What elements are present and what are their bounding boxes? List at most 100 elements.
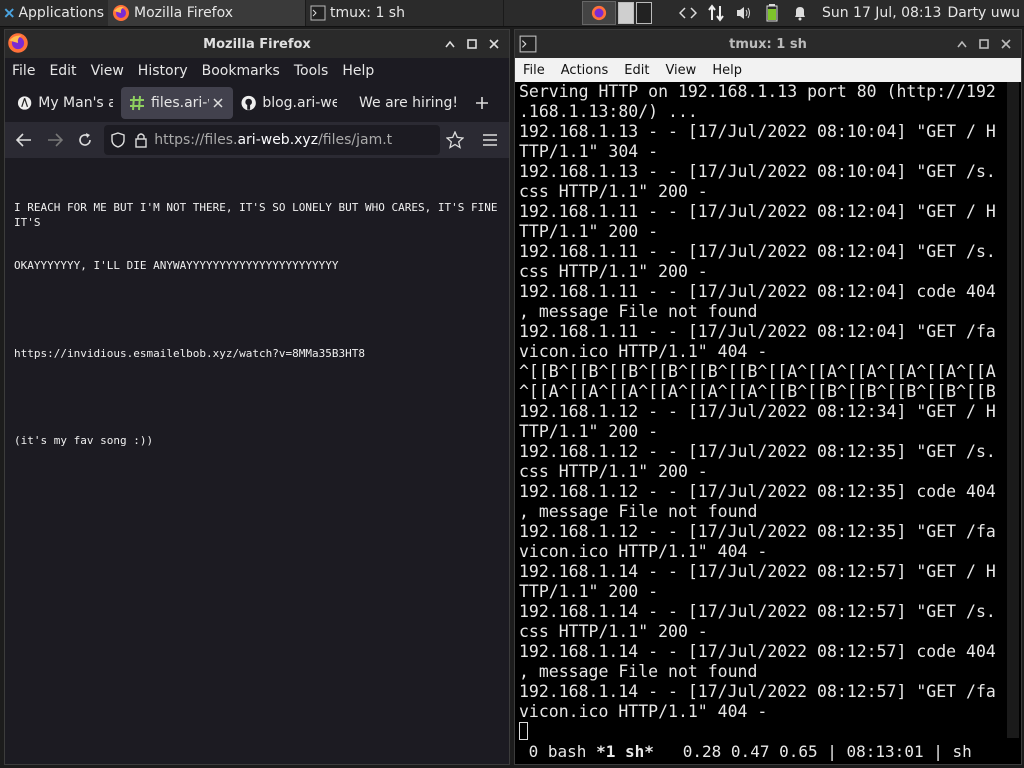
top-panel: Applications Mozilla Firefox tmux: 1 sh … bbox=[0, 0, 1024, 27]
terminal-line: 192.168.1.14 - - [17/Jul/2022 08:12:57] … bbox=[519, 602, 996, 621]
new-tab-button[interactable] bbox=[465, 88, 499, 118]
tab-blog-ari-web[interactable]: blog.ari-we bbox=[233, 87, 345, 119]
menu-view[interactable]: View bbox=[84, 63, 131, 79]
workspace-3[interactable] bbox=[636, 2, 652, 24]
menu-history[interactable]: History bbox=[131, 63, 195, 79]
battery-icon[interactable] bbox=[761, 2, 783, 24]
task-firefox[interactable]: Mozilla Firefox bbox=[108, 0, 306, 26]
maximize-button[interactable] bbox=[461, 34, 483, 54]
shade-button[interactable] bbox=[951, 34, 973, 54]
plus-icon bbox=[476, 97, 488, 109]
close-tab-icon[interactable] bbox=[213, 98, 223, 108]
terminal-prompt bbox=[519, 722, 1001, 742]
terminal-line: 192.168.1.14 - - [17/Jul/2022 08:12:57] … bbox=[519, 562, 996, 581]
task-terminal[interactable]: tmux: 1 sh bbox=[306, 0, 504, 26]
terminal-line: css HTTP/1.1" 200 - bbox=[519, 622, 708, 641]
firefox-menubar: File Edit View History Bookmarks Tools H… bbox=[5, 58, 509, 84]
terminal-scrollbar[interactable] bbox=[1007, 82, 1019, 738]
forward-button[interactable] bbox=[39, 125, 69, 155]
url-prefix: https://files. bbox=[154, 132, 238, 148]
terminal-line: 192.168.1.13 - - [17/Jul/2022 08:10:04] … bbox=[519, 162, 996, 181]
menu-actions[interactable]: Actions bbox=[553, 63, 617, 78]
tmux-status-right: 0.28 0.47 0.65 | 08:13:01 | sh bbox=[653, 742, 972, 761]
terminal-line: TTP/1.1" 200 - bbox=[519, 582, 659, 601]
terminal-line: css HTTP/1.1" 200 - bbox=[519, 462, 708, 481]
window-title: Mozilla Firefox bbox=[203, 36, 311, 52]
firefox-titlebar[interactable]: Mozilla Firefox bbox=[5, 30, 509, 58]
menu-view[interactable]: View bbox=[657, 63, 704, 78]
firefox-icon bbox=[591, 5, 607, 21]
content-link: https://invidious.esmailelbob.xyz/watch?… bbox=[14, 346, 365, 360]
notification-bell-icon[interactable] bbox=[789, 2, 811, 24]
reload-icon bbox=[79, 133, 91, 146]
firefox-icon bbox=[113, 5, 129, 21]
terminal-line: Serving HTTP on 192.168.1.13 port 80 (ht… bbox=[519, 82, 996, 101]
menu-edit[interactable]: Edit bbox=[616, 63, 657, 78]
content-line: OKAYYYYYYY, I'LL DIE ANYWAYYYYYYYYYYYYYY… bbox=[14, 259, 339, 272]
terminal-menubar: File Actions Edit View Help bbox=[515, 58, 1021, 82]
close-button[interactable] bbox=[995, 34, 1017, 54]
terminal-line: ^[[A^[[A^[[A^[[A^[[A^[[A^[[B^[[B^[[B^[[B… bbox=[519, 382, 996, 401]
code-icon[interactable] bbox=[677, 2, 699, 24]
terminal-output[interactable]: Serving HTTP on 192.168.1.13 port 80 (ht… bbox=[519, 82, 1001, 742]
workspace-1[interactable] bbox=[582, 1, 616, 25]
tab-files-ari-web[interactable]: files.ari-w bbox=[121, 87, 233, 119]
menu-help[interactable]: Help bbox=[335, 63, 381, 79]
reload-button[interactable] bbox=[70, 125, 100, 155]
menu-tools[interactable]: Tools bbox=[287, 63, 336, 79]
terminal-line: , message File not found bbox=[519, 502, 758, 521]
bookmark-star-button[interactable] bbox=[440, 125, 470, 155]
menu-help[interactable]: Help bbox=[704, 63, 750, 78]
maximize-button[interactable] bbox=[973, 34, 995, 54]
terminal-line: 192.168.1.12 - - [17/Jul/2022 08:12:35] … bbox=[519, 482, 996, 501]
clock[interactable]: Sun 17 Jul, 08:13 bbox=[822, 5, 942, 21]
menu-file[interactable]: File bbox=[5, 63, 42, 79]
shade-button[interactable] bbox=[439, 34, 461, 54]
window-title: tmux: 1 sh bbox=[729, 36, 807, 52]
tmux-window-0[interactable]: 0 bash bbox=[519, 742, 596, 761]
url-bar[interactable]: https://files. ari-web.xyz/files/jam.t bbox=[104, 125, 441, 155]
terminal-line: 192.168.1.14 - - [17/Jul/2022 08:12:57] … bbox=[519, 642, 996, 661]
close-button[interactable] bbox=[483, 34, 505, 54]
terminal-line: 192.168.1.12 - - [17/Jul/2022 08:12:35] … bbox=[519, 442, 996, 461]
user-menu[interactable]: Darty uwu bbox=[947, 5, 1020, 21]
terminal-line: 192.168.1.14 - - [17/Jul/2022 08:12:57] … bbox=[519, 682, 996, 701]
lock-icon[interactable] bbox=[134, 132, 148, 148]
terminal-line: 192.168.1.11 - - [17/Jul/2022 08:12:04] … bbox=[519, 282, 996, 301]
shield-icon[interactable] bbox=[110, 132, 126, 148]
tab-label: My Man's a bbox=[38, 95, 113, 111]
arrow-right-icon bbox=[47, 133, 63, 147]
tmux-status-bar: 0 bash *1 sh* 0.28 0.47 0.65 | 08:13:01 … bbox=[519, 742, 1017, 762]
terminal-line: vicon.ico HTTP/1.1" 404 - bbox=[519, 342, 768, 361]
terminal-titlebar[interactable]: tmux: 1 sh bbox=[515, 30, 1021, 58]
workspace-2[interactable] bbox=[618, 2, 634, 24]
terminal-line: 192.168.1.11 - - [17/Jul/2022 08:12:04] … bbox=[519, 242, 996, 261]
app-menu-button[interactable] bbox=[475, 125, 505, 155]
menu-edit[interactable]: Edit bbox=[42, 63, 83, 79]
arrow-left-icon bbox=[16, 133, 32, 147]
terminal-line: 192.168.1.12 - - [17/Jul/2022 08:12:35] … bbox=[519, 522, 996, 541]
tab-label: We are hiring! bbox=[359, 95, 457, 111]
applications-menu[interactable]: Applications bbox=[0, 0, 108, 26]
network-icon[interactable] bbox=[705, 2, 727, 24]
task-label: tmux: 1 sh bbox=[330, 5, 405, 21]
terminal-line: ^[[B^[[B^[[B^[[B^[[B^[[B^[[A^[[A^[[A^[[A… bbox=[519, 362, 996, 381]
terminal-line: css HTTP/1.1" 200 - bbox=[519, 262, 708, 281]
star-icon bbox=[446, 131, 465, 149]
hamburger-icon bbox=[482, 134, 497, 146]
terminal-line: TTP/1.1" 200 - bbox=[519, 222, 659, 241]
back-button[interactable] bbox=[9, 125, 39, 155]
tab-my-mans[interactable]: My Man's a bbox=[9, 87, 121, 119]
github-icon bbox=[241, 95, 256, 111]
terminal-line: 192.168.1.12 - - [17/Jul/2022 08:12:34] … bbox=[519, 402, 996, 421]
tab-hiring[interactable]: We are hiring! bbox=[345, 87, 465, 119]
terminal-line: css HTTP/1.1" 200 - bbox=[519, 182, 708, 201]
site-favicon-icon bbox=[17, 96, 32, 110]
volume-icon[interactable] bbox=[733, 2, 755, 24]
terminal-line: vicon.ico HTTP/1.1" 404 - bbox=[519, 542, 768, 561]
terminal-cursor bbox=[519, 722, 528, 740]
tab-strip: My Man's a files.ari-w blog.ari-we We ar… bbox=[5, 84, 509, 122]
menu-file[interactable]: File bbox=[515, 63, 553, 78]
menu-bookmarks[interactable]: Bookmarks bbox=[195, 63, 287, 79]
tmux-window-1[interactable]: *1 sh* bbox=[596, 742, 654, 761]
